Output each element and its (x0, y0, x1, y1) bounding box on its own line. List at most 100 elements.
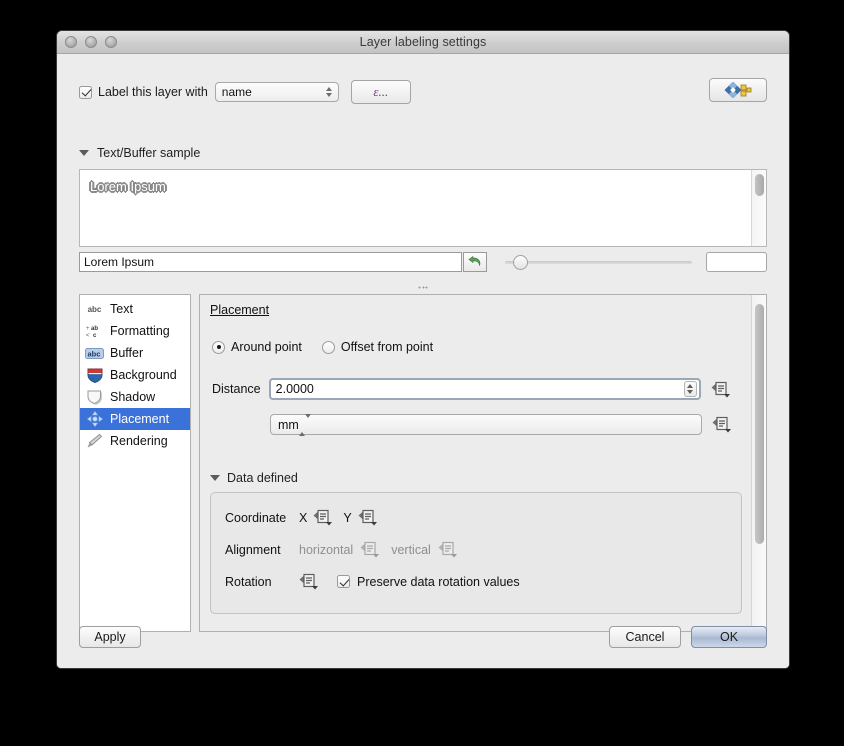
radio-offset-from-point-label: Offset from point (341, 340, 433, 354)
apply-button[interactable]: Apply (79, 626, 141, 648)
background-shield-icon (85, 367, 104, 383)
svg-text:c: c (93, 333, 97, 338)
sidebar-item-rendering[interactable]: Rendering (80, 430, 190, 452)
data-defined-override-icon (313, 509, 333, 526)
sample-zoom-value-field[interactable] (706, 252, 767, 272)
sidebar-item-label: Background (110, 368, 177, 382)
label-field-combo[interactable]: name (215, 82, 339, 102)
window-controls (65, 36, 117, 48)
chevron-updown-icon (326, 87, 332, 97)
dialog-body: Label this layer with name ε... (57, 54, 789, 668)
svg-text:+: + (86, 326, 90, 332)
alignment-horizontal-label: horizontal (299, 543, 353, 557)
placement-panel: Placement Around point Offset from point… (199, 294, 767, 632)
preview-scrollbar-thumb[interactable] (755, 174, 764, 196)
data-defined-override-icon (360, 541, 380, 558)
distance-units-value: mm (278, 418, 299, 432)
distance-stepper[interactable] (684, 381, 697, 397)
distance-units-combo[interactable]: mm (270, 414, 702, 435)
svg-text:<: < (86, 333, 90, 338)
data-defined-override-icon (712, 416, 732, 433)
data-defined-override-icon (438, 541, 458, 558)
radio-around-point[interactable] (212, 341, 225, 354)
label-field-value: name (222, 85, 252, 99)
ok-button[interactable]: OK (691, 626, 767, 648)
distance-value: 2.0000 (276, 382, 314, 396)
units-data-defined-button[interactable] (711, 415, 733, 435)
zoom-button[interactable] (105, 36, 117, 48)
text-buffer-sample-header[interactable]: Text/Buffer sample (79, 146, 200, 160)
cancel-button[interactable]: Cancel (609, 626, 681, 648)
data-defined-override-icon (711, 381, 731, 398)
data-defined-box: Coordinate X Y (210, 492, 742, 614)
sidebar-item-buffer[interactable]: abc Buffer (80, 342, 190, 364)
revert-sample-button[interactable] (463, 252, 488, 272)
alignment-vertical-label: vertical (391, 543, 431, 557)
rotation-data-defined-button[interactable] (299, 573, 319, 590)
placement-panel-scrollbar[interactable] (751, 295, 766, 631)
distance-label: Distance (212, 382, 261, 396)
chevron-updown-icon (299, 418, 311, 432)
sidebar-item-label: Shadow (110, 390, 155, 404)
alignment-horizontal-data-defined-button[interactable] (360, 541, 380, 558)
layer-labeling-dialog: Layer labeling settings Label this layer… (56, 30, 790, 669)
placement-panel-scrollbar-thumb[interactable] (755, 304, 764, 544)
distance-units-row: mm (270, 414, 733, 435)
coordinate-label: Coordinate (225, 511, 299, 525)
placement-panel-title: Placement (210, 303, 269, 317)
sample-zoom-slider[interactable] (505, 252, 691, 272)
slider-handle[interactable] (513, 255, 528, 270)
rotation-row: Rotation Preserve data rotation values (225, 573, 520, 590)
label-layer-row: Label this layer with name ε... (79, 80, 411, 104)
alignment-row: Alignment horizontal vertical (225, 541, 458, 558)
sidebar-item-label: Text (110, 302, 133, 316)
preview-scrollbar[interactable] (751, 170, 766, 246)
distance-data-defined-button[interactable] (710, 379, 732, 399)
close-button[interactable] (65, 36, 77, 48)
sample-preview-text: Lorem Ipsum (90, 179, 166, 194)
sidebar-item-background[interactable]: Background (80, 364, 190, 386)
radio-offset-from-point[interactable] (322, 341, 335, 354)
slider-track (505, 261, 691, 264)
svg-text:abc: abc (88, 349, 101, 358)
radio-around-point-label: Around point (231, 340, 302, 354)
distance-row: Distance 2.0000 (212, 378, 732, 400)
screen: Layer labeling settings Label this layer… (0, 0, 844, 746)
data-defined-properties-button[interactable] (709, 78, 767, 102)
minimize-button[interactable] (85, 36, 97, 48)
coordinate-x-label: X (299, 511, 307, 525)
coordinate-x-data-defined-button[interactable] (313, 509, 333, 526)
sample-text-input[interactable] (79, 252, 462, 272)
sidebar-item-label: Formatting (110, 324, 170, 338)
coordinate-y-label: Y (343, 511, 351, 525)
formatting-icon: + ab < c (85, 323, 104, 339)
preserve-rotation-label: Preserve data rotation values (357, 575, 520, 589)
sidebar-item-shadow[interactable]: Shadow (80, 386, 190, 408)
buffer-abc-icon: abc (85, 345, 104, 361)
sidebar-item-label: Rendering (110, 434, 168, 448)
sidebar-item-placement[interactable]: Placement (80, 408, 190, 430)
data-defined-override-icon (299, 573, 319, 590)
data-defined-override-icon (358, 509, 378, 526)
sidebar-item-formatting[interactable]: + ab < c Formatting (80, 320, 190, 342)
rendering-brush-icon (85, 433, 104, 449)
label-this-layer-checkbox[interactable] (79, 86, 92, 99)
placement-move-icon (85, 411, 104, 427)
expression-button[interactable]: ε... (351, 80, 411, 104)
window-titlebar[interactable]: Layer labeling settings (57, 31, 789, 54)
splitter-grip (418, 286, 428, 290)
placement-mode-radios: Around point Offset from point (212, 340, 433, 354)
sidebar-item-label: Placement (110, 412, 169, 426)
preserve-rotation-checkbox[interactable] (337, 575, 350, 588)
coordinate-y-data-defined-button[interactable] (358, 509, 378, 526)
sidebar-item-text[interactable]: abc Text (80, 298, 190, 320)
rotation-label: Rotation (225, 575, 299, 589)
data-defined-header-label: Data defined (227, 471, 298, 485)
distance-spinbox[interactable]: 2.0000 (269, 378, 701, 400)
data-defined-header[interactable]: Data defined (210, 471, 298, 485)
alignment-vertical-data-defined-button[interactable] (438, 541, 458, 558)
panel-splitter[interactable] (79, 284, 767, 292)
coordinate-row: Coordinate X Y (225, 509, 378, 526)
sample-preview-area: Lorem Ipsum (79, 169, 767, 247)
settings-category-list[interactable]: abc Text + ab < c Formatting (79, 294, 191, 632)
